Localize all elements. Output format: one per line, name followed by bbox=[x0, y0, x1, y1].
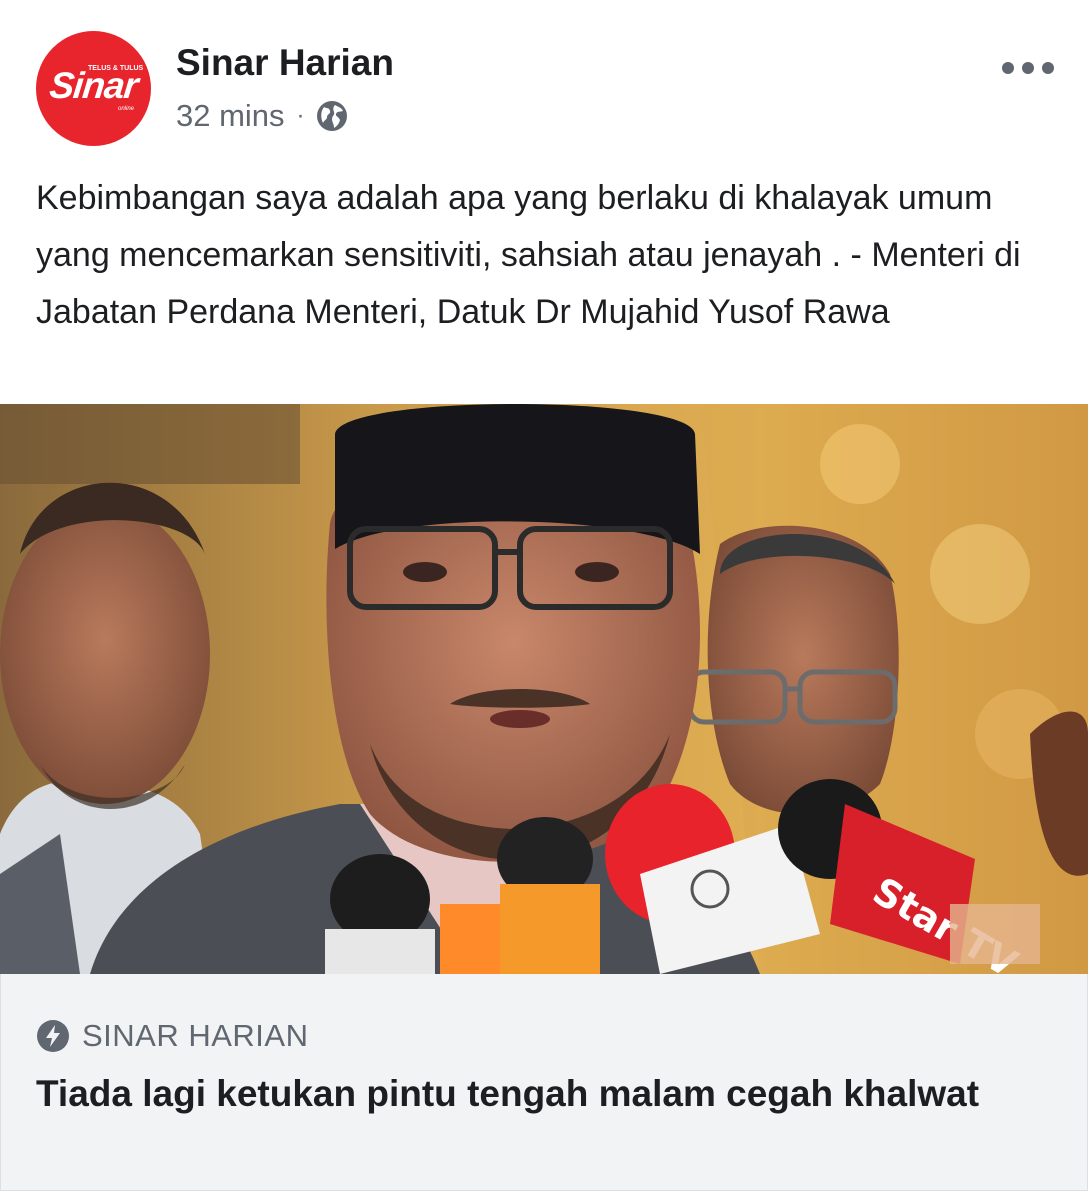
link-source: SINAR HARIAN bbox=[82, 1018, 309, 1053]
page-avatar[interactable]: TELUS & TULUS Sinar online bbox=[36, 31, 151, 146]
globe-icon[interactable] bbox=[315, 99, 349, 133]
link-preview-card[interactable]: SINAR HARIAN Tiada lagi ketukan pintu te… bbox=[0, 974, 1088, 1191]
post-timestamp[interactable]: 32 mins bbox=[176, 98, 285, 134]
link-title[interactable]: Tiada lagi ketukan pintu tengah malam ce… bbox=[36, 1070, 1046, 1118]
post-header: TELUS & TULUS Sinar online Sinar Harian … bbox=[0, 0, 1088, 160]
post-message: Kebimbangan saya adalah apa yang berlaku… bbox=[36, 179, 1021, 331]
press-conference-photo: Star TV bbox=[0, 404, 1088, 974]
more-options-icon[interactable] bbox=[1002, 56, 1056, 80]
page-name-link[interactable]: Sinar Harian bbox=[176, 42, 394, 84]
avatar-brand-word: Sinar bbox=[47, 65, 140, 106]
post-photo[interactable]: Star TV bbox=[0, 404, 1088, 974]
link-source-row: SINAR HARIAN bbox=[36, 1016, 308, 1056]
facebook-post: TELUS & TULUS Sinar online Sinar Harian … bbox=[0, 0, 1088, 1200]
avatar-sub: online bbox=[118, 106, 135, 112]
post-meta: 32 mins · bbox=[176, 96, 349, 136]
meta-separator: · bbox=[296, 102, 305, 129]
lightning-bolt-icon bbox=[37, 1020, 69, 1052]
